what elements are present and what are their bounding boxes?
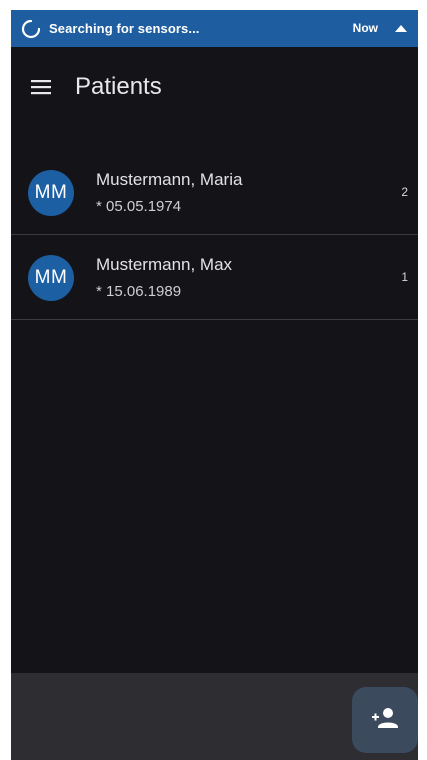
notification-banner[interactable]: Searching for sensors... Now — [11, 10, 418, 47]
notification-title: Searching for sensors... — [49, 21, 200, 36]
loading-spinner-icon — [21, 19, 41, 39]
avatar: MM — [28, 255, 74, 301]
add-person-icon — [371, 707, 399, 734]
patient-birthdate: * 05.05.1974 — [96, 198, 182, 215]
app-screen: Searching for sensors... Now Patients MM… — [11, 10, 418, 760]
hamburger-menu-icon[interactable] — [29, 75, 53, 99]
add-patient-button[interactable] — [352, 687, 418, 753]
patient-list: MM Mustermann, Maria * 05.05.1974 2 MM M… — [11, 150, 418, 320]
patient-row[interactable]: MM Mustermann, Maria * 05.05.1974 2 — [11, 150, 418, 235]
patient-name: Mustermann, Max — [96, 255, 233, 274]
avatar: MM — [28, 170, 74, 216]
patient-birthdate: * 15.06.1989 — [96, 283, 182, 300]
patient-row[interactable]: MM Mustermann, Max * 15.06.1989 1 — [11, 235, 418, 320]
patient-count-badge: 1 — [401, 270, 408, 284]
notification-time: Now — [352, 21, 378, 35]
patient-count-badge: 2 — [401, 185, 408, 199]
app-bar: Patients — [11, 47, 418, 127]
page-title: Patients — [75, 73, 162, 100]
patient-name: Mustermann, Maria — [96, 170, 243, 189]
caret-up-icon[interactable] — [394, 22, 408, 34]
